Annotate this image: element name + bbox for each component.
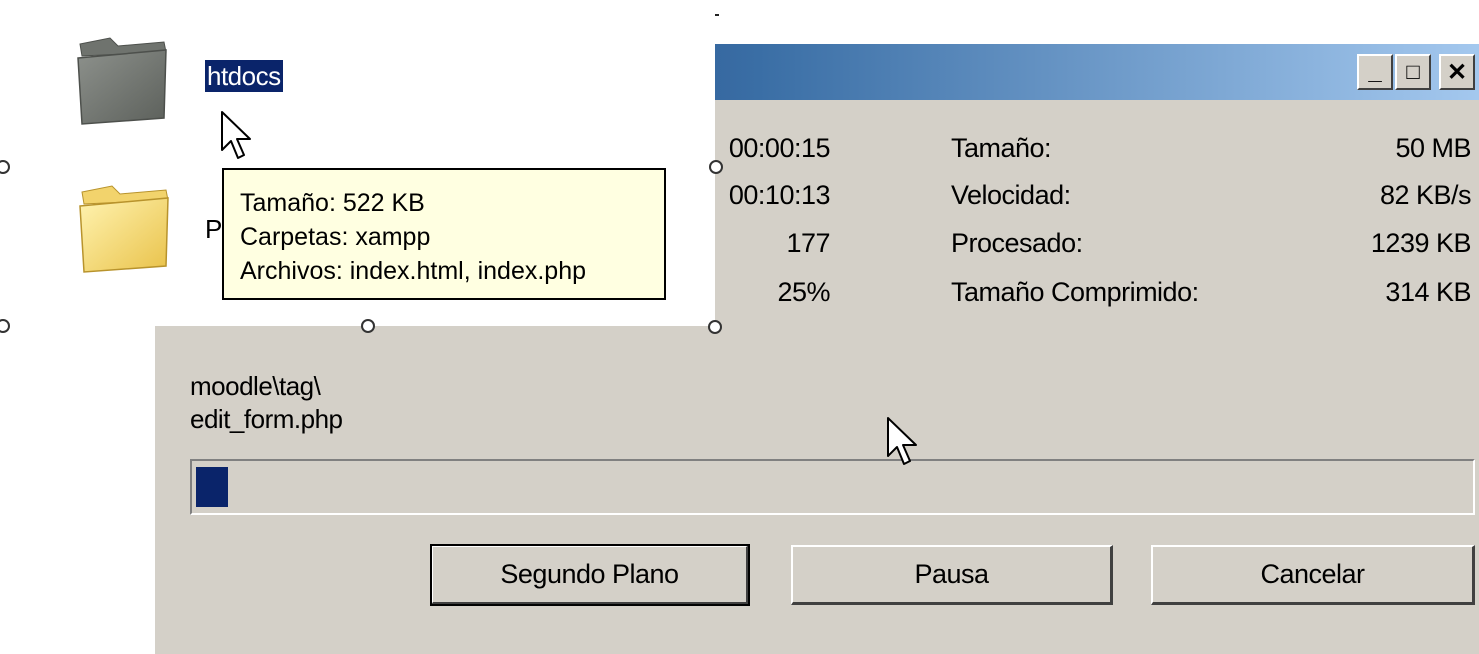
resize-handle[interactable] [709, 160, 723, 174]
yellow-folder-icon[interactable] [74, 178, 174, 278]
close-button[interactable]: ✕ [1439, 54, 1475, 90]
speed-label: Velocidad: [951, 180, 1071, 210]
current-file-path: moodle\tag\ edit_form.php [190, 370, 343, 436]
compressed-size-label: Tamaño Comprimido: [951, 277, 1199, 307]
compressed-size-value: 314 KB [1385, 277, 1471, 307]
speed-value: 82 KB/s [1379, 180, 1472, 210]
size-value: 50 MB [1395, 133, 1471, 163]
folder-name-partial[interactable]: P [205, 214, 222, 245]
size-label: Tamaño: [951, 133, 1052, 163]
tooltip-folders: Carpetas: xampp [240, 223, 431, 251]
pause-button[interactable]: Pausa [791, 545, 1113, 605]
folder-tooltip: Tamaño: 522 KB Carpetas: xampp Archivos:… [222, 168, 666, 300]
tooltip-size: Tamaño: 522 KB [240, 189, 425, 217]
mouse-cursor-icon [221, 111, 251, 159]
mouse-cursor-icon [887, 417, 917, 465]
processed-value: 1239 KB [1370, 228, 1472, 258]
current-file-dir: moodle\tag\ [190, 371, 321, 401]
selected-folder-name[interactable]: htdocs [205, 60, 283, 92]
progress-bar-fill [196, 467, 228, 507]
processed-label: Procesado: [951, 228, 1083, 258]
maximize-button[interactable]: □ [1395, 54, 1431, 90]
minimize-button[interactable]: _ [1357, 54, 1393, 90]
gray-folder-icon[interactable] [72, 30, 172, 130]
background-button[interactable]: Segundo Plano [430, 544, 750, 606]
resize-handle[interactable] [708, 320, 722, 334]
resize-handle[interactable] [361, 319, 375, 333]
resize-handle[interactable] [0, 319, 10, 333]
explorer-panel: htdocs P Tamaño: 522 KB Carpetas: xampp … [0, 0, 715, 326]
progress-bar [190, 459, 1475, 515]
cancel-button[interactable]: Cancelar [1151, 545, 1475, 605]
current-file-name: edit_form.php [190, 404, 343, 434]
tooltip-files: Archivos: index.html, index.php [240, 257, 587, 285]
